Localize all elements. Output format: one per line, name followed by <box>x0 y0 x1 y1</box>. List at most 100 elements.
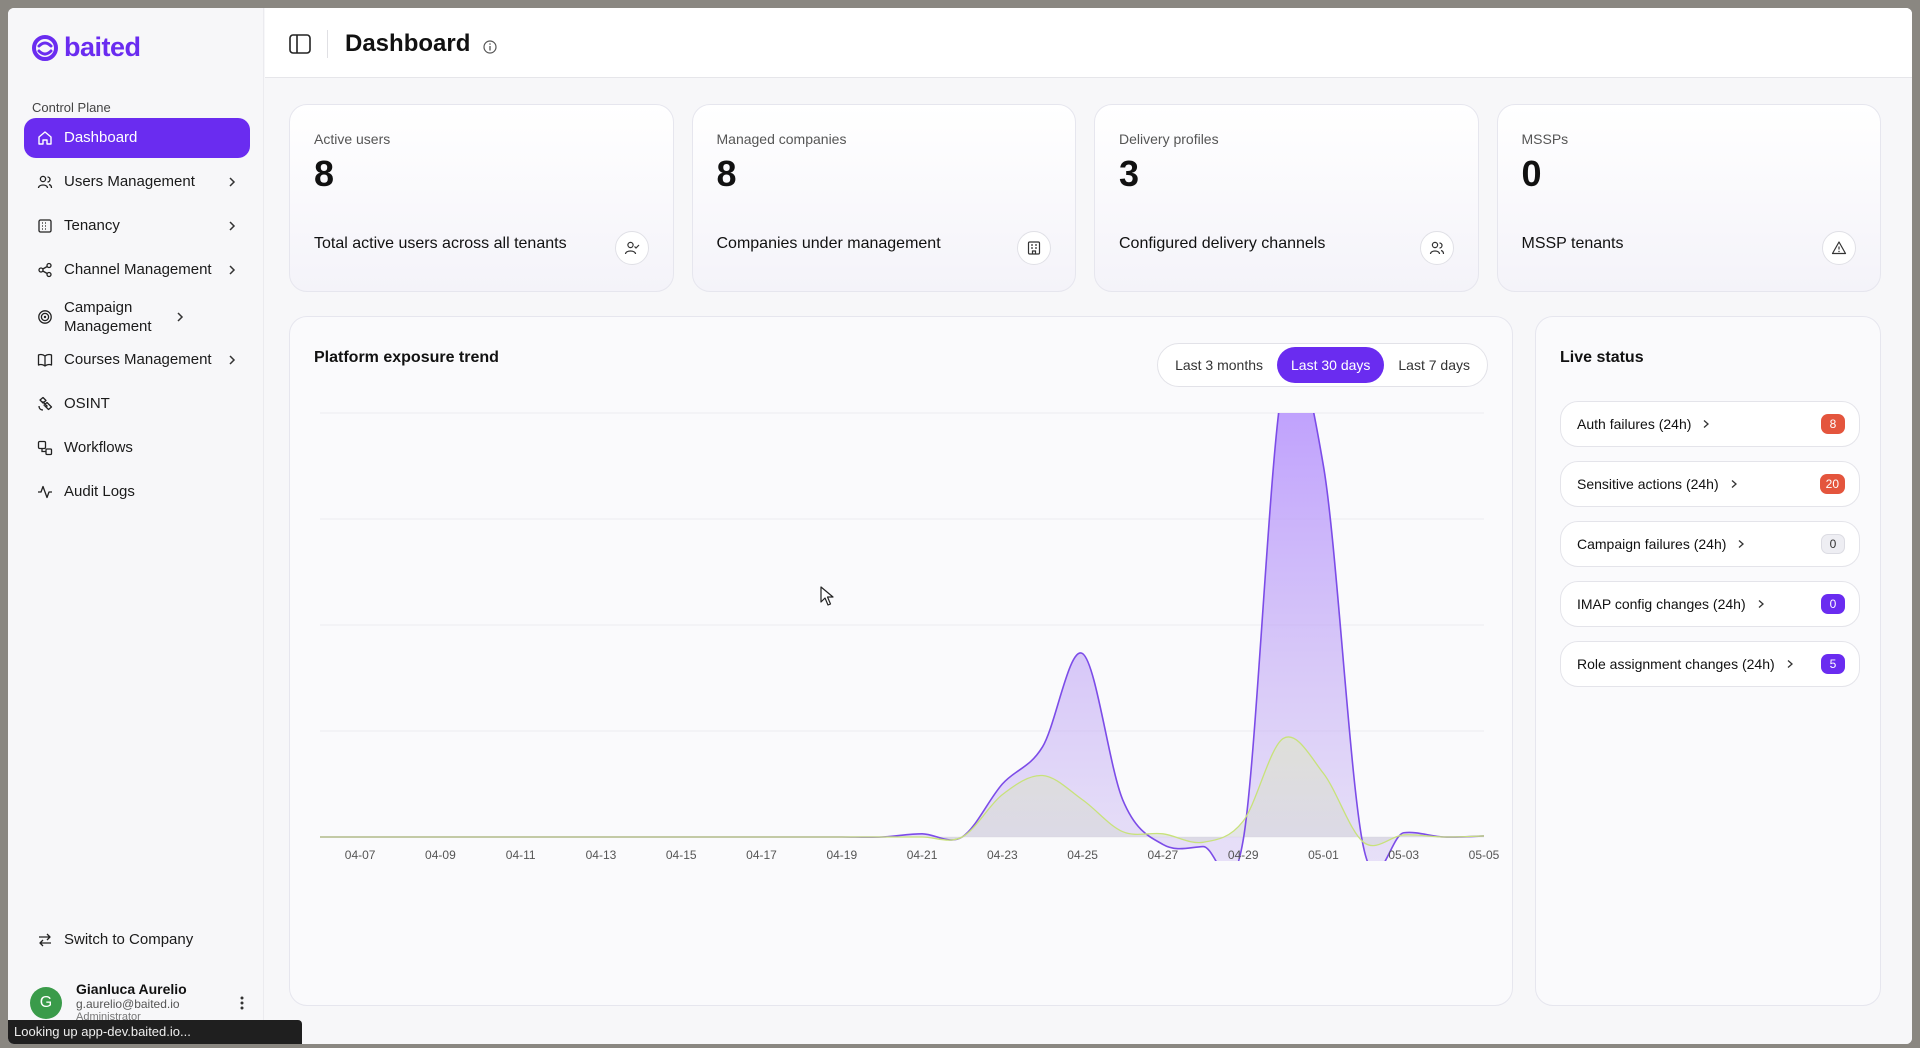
stat-card-mssps: MSSPs 0 MSSP tenants <box>1496 104 1881 292</box>
live-item-campaign-failures[interactable]: Campaign failures (24h) 0 <box>1560 521 1860 567</box>
user-name: Gianluca Aurelio <box>76 981 187 998</box>
chart-title: Platform exposure trend <box>314 349 499 366</box>
count-badge: 0 <box>1821 594 1845 614</box>
stat-description: Companies under management <box>716 235 941 252</box>
live-item-sensitive-actions[interactable]: Sensitive actions (24h) 20 <box>1560 461 1860 507</box>
count-badge: 8 <box>1821 414 1845 434</box>
x-tick-label: 04-17 <box>746 848 777 862</box>
sidebar-item-tenancy[interactable]: Tenancy <box>24 206 250 246</box>
sidebar-item-label: Users Management <box>64 173 195 191</box>
x-tick-label: 04-29 <box>1228 848 1259 862</box>
x-tick-label: 04-23 <box>987 848 1018 862</box>
chevron-right-icon <box>1758 600 1764 608</box>
chevron-right-icon <box>229 265 236 275</box>
x-tick-label: 04-09 <box>425 848 456 862</box>
chevron-right-icon <box>1703 420 1710 428</box>
sidebar-item-dashboard[interactable]: Dashboard <box>24 118 250 158</box>
x-tick-label: 04-19 <box>826 848 857 862</box>
x-tick-label: 05-01 <box>1308 848 1339 862</box>
stat-label: Managed companies <box>716 131 847 147</box>
users-icon <box>36 173 54 191</box>
more-options-icon[interactable] <box>234 993 250 1013</box>
range-last-30-days-button[interactable]: Last 30 days <box>1277 347 1385 383</box>
live-item-auth-failures[interactable]: Auth failures (24h) 8 <box>1560 401 1860 447</box>
live-item-role-assignment-changes[interactable]: Role assignment changes (24h) 5 <box>1560 641 1860 687</box>
user-profile[interactable]: G Gianluca Aurelio g.aurelio@baited.io A… <box>30 981 250 1024</box>
home-icon <box>36 129 54 147</box>
sidebar-item-label: Channel Management <box>64 261 212 279</box>
stat-card-active-users: Active users 8 Total active users across… <box>289 104 674 292</box>
stat-description: MSSP tenants <box>1521 235 1624 252</box>
sidebar-item-workflows[interactable]: Workflows <box>24 428 250 468</box>
count-badge: 5 <box>1821 654 1845 674</box>
sidebar-item-label: Audit Logs <box>64 483 135 501</box>
sidebar: baited Control Plane Dashboard Users Man… <box>8 8 264 1044</box>
live-status-title: Live status <box>1560 349 1644 366</box>
brand-logo[interactable]: baited <box>30 32 141 63</box>
count-badge: 0 <box>1821 534 1845 554</box>
book-icon <box>36 351 54 369</box>
stat-cards: Active users 8 Total active users across… <box>289 104 1881 292</box>
sidebar-footer: Switch to Company <box>24 920 250 964</box>
chevron-right-icon <box>229 355 236 365</box>
sidebar-item-label: Tenancy <box>64 217 120 235</box>
live-item-label: Campaign failures (24h) <box>1577 536 1727 552</box>
live-item-label: IMAP config changes (24h) <box>1577 596 1746 612</box>
chevron-right-icon <box>229 177 236 187</box>
user-info: Gianluca Aurelio g.aurelio@baited.io Adm… <box>76 981 234 1024</box>
sidebar-item-osint[interactable]: OSINT <box>24 384 250 424</box>
main-content: Dashboard Active users 8 Total active us… <box>265 8 1912 1044</box>
chevron-right-icon <box>1738 540 1745 548</box>
live-item-label: Sensitive actions (24h) <box>1577 476 1719 492</box>
stat-value: 3 <box>1119 153 1140 194</box>
info-icon[interactable] <box>483 40 497 54</box>
sidebar-item-label: Workflows <box>64 439 133 457</box>
user-email: g.aurelio@baited.io <box>76 996 180 1011</box>
page-title: Dashboard <box>345 30 471 57</box>
stat-value: 8 <box>716 153 737 194</box>
live-item-imap-config-changes[interactable]: IMAP config changes (24h) 0 <box>1560 581 1860 627</box>
sidebar-item-campaign-management[interactable]: Campaign Management <box>24 294 250 340</box>
range-last-3-months-button[interactable]: Last 3 months <box>1161 347 1277 383</box>
sidebar-item-audit-logs[interactable]: Audit Logs <box>24 472 250 512</box>
share-icon <box>36 261 54 279</box>
sidebar-item-courses-management[interactable]: Courses Management <box>24 340 250 380</box>
stat-card-managed-companies: Managed companies 8 Companies under mana… <box>691 104 1076 292</box>
mouse-cursor-icon <box>820 586 834 606</box>
stat-card-delivery-profiles: Delivery profiles 3 Configured delivery … <box>1094 104 1479 292</box>
x-tick-label: 04-27 <box>1148 848 1179 862</box>
activity-icon <box>36 483 54 501</box>
range-last-7-days-button[interactable]: Last 7 days <box>1384 347 1484 383</box>
chevron-right-icon <box>1731 480 1737 488</box>
sidebar-item-users-management[interactable]: Users Management <box>24 162 250 202</box>
users-icon <box>1419 231 1454 265</box>
browser-status-bar: Looking up app-dev.baited.io... <box>8 1020 302 1044</box>
topbar-divider <box>327 30 328 58</box>
avatar: G <box>30 986 62 1019</box>
exposure-trend-card: 04-07 04-09 04-11 04-13 04-15 04-17 04-19 04-21… <box>289 316 1513 1006</box>
sidebar-nav: Dashboard Users Management Tenancy Chann… <box>24 118 250 516</box>
live-item-label: Role assignment changes (24h) <box>1577 656 1775 672</box>
switch-to-company-button[interactable]: Switch to Company <box>24 920 250 960</box>
stat-label: MSSPs <box>1521 131 1569 147</box>
live-status-list: Auth failures (24h) 8 Sensitive actions … <box>1560 401 1860 701</box>
stat-label: Active users <box>314 131 391 147</box>
time-range-toggle: Last 3 months Last 30 days Last 7 days <box>1157 343 1488 387</box>
sidebar-item-channel-management[interactable]: Channel Management <box>24 250 250 290</box>
stat-label: Delivery profiles <box>1119 131 1219 147</box>
switch-to-company-label: Switch to Company <box>64 931 194 949</box>
brand-name: baited <box>64 32 141 62</box>
count-badge: 20 <box>1819 474 1845 494</box>
x-tick-label: 04-07 <box>345 848 376 862</box>
warning-icon <box>1822 231 1856 265</box>
x-tick-label: 05-05 <box>1469 848 1500 862</box>
workflow-icon <box>36 439 54 457</box>
building-icon <box>1017 231 1051 265</box>
x-tick-label: 04-11 <box>506 848 536 862</box>
x-tick-label: 04-13 <box>586 848 617 862</box>
stat-description: Configured delivery channels <box>1119 235 1326 252</box>
baited-logo-icon <box>32 34 58 61</box>
x-tick-label: 04-25 <box>1067 848 1098 862</box>
sidebar-toggle-icon[interactable] <box>289 34 311 54</box>
sidebar-item-label: Courses Management <box>64 351 212 369</box>
